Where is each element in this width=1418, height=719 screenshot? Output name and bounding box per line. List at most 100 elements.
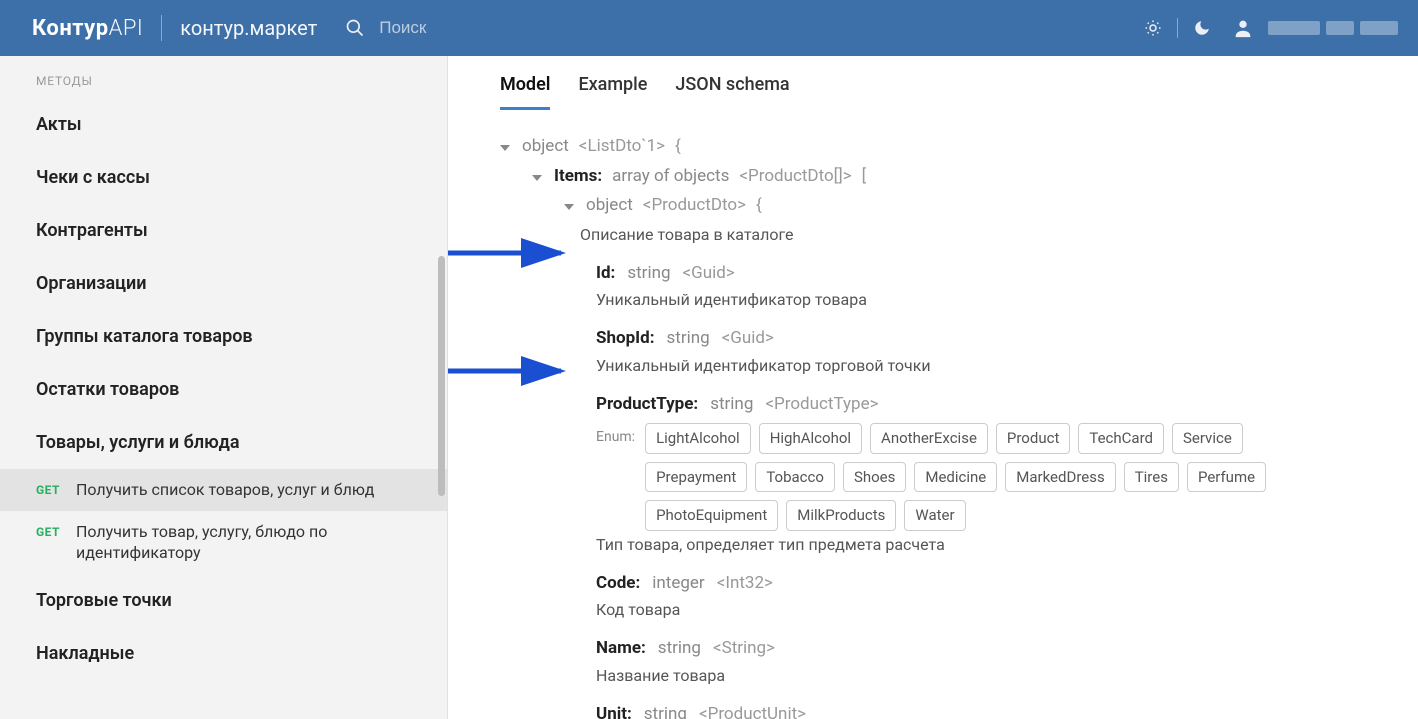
logo-thin: API xyxy=(109,16,144,41)
tree-type: <ProductDto[]> xyxy=(739,164,851,190)
tree-kind: array of objects xyxy=(612,164,729,190)
enum-tag: Perfume xyxy=(1187,462,1266,493)
enum-tag: Medicine xyxy=(914,462,997,493)
annotation-arrow-icon xyxy=(448,238,576,268)
field-kind: string xyxy=(666,326,709,352)
brace: { xyxy=(675,134,681,160)
user-icon[interactable] xyxy=(1232,17,1254,39)
field-type: <ProductType> xyxy=(765,392,878,418)
field-type: <Guid> xyxy=(683,261,735,287)
enum-tag: Prepayment xyxy=(645,462,747,493)
tree-field-name: Items: xyxy=(554,164,602,190)
tab-json-schema[interactable]: JSON schema xyxy=(675,74,789,110)
sidebar-sub-get-product-by-id[interactable]: GET Получить товар, услугу, блюдо по иде… xyxy=(0,511,447,574)
sidebar-item-organizations[interactable]: Организации xyxy=(0,257,447,310)
field-name: Code: xyxy=(596,571,640,597)
field-name: ProductType: xyxy=(596,392,698,418)
field-desc: Уникальный идентификатор товара xyxy=(596,288,1418,312)
enum-tag: Water xyxy=(904,500,965,531)
tree-type: <ListDto`1> xyxy=(579,134,665,160)
http-verb: GET xyxy=(36,524,60,540)
sidebar-item-acts[interactable]: Акты xyxy=(0,98,447,151)
field-name: ShopId: xyxy=(596,326,654,352)
sidebar-item-receipts[interactable]: Чеки с кассы xyxy=(0,151,447,204)
sidebar-item-contractors[interactable]: Контрагенты xyxy=(0,204,447,257)
field-desc: Код товара xyxy=(596,598,1418,622)
sidebar-item-stock[interactable]: Остатки товаров xyxy=(0,363,447,416)
sidebar-section-title: МЕТОДЫ xyxy=(0,70,447,98)
field-shopid: ShopId: string <Guid> Уникальный идентиф… xyxy=(596,326,1418,378)
enum-tag: Product xyxy=(996,423,1070,454)
enum-tag: Tires xyxy=(1124,462,1179,493)
tree-type: <ProductDto> xyxy=(643,193,746,219)
field-desc: Уникальный идентификатор торговой точки xyxy=(596,354,1418,378)
field-kind: string xyxy=(627,261,670,287)
field-name: Unit: xyxy=(596,702,632,719)
brace: { xyxy=(756,193,762,219)
field-desc: Название товара xyxy=(596,664,1418,688)
field-code: Code: integer <Int32> Код товара xyxy=(596,571,1418,623)
field-type: <String> xyxy=(713,636,775,662)
divider xyxy=(1177,18,1178,38)
enum-tag: HighAlcohol xyxy=(759,423,862,454)
model-tree: object <ListDto`1> { Items: array of obj… xyxy=(500,132,1418,719)
brace: [ xyxy=(862,164,867,190)
search-input[interactable] xyxy=(379,18,679,38)
sidebar-item-catalog-groups[interactable]: Группы каталога товаров xyxy=(0,310,447,363)
enum-tag: Service xyxy=(1172,423,1243,454)
header: КонтурAPI контур.маркет xyxy=(0,0,1418,56)
enum-tag: MilkProducts xyxy=(786,500,896,531)
sidebar-item-products[interactable]: Товары, услуги и блюда xyxy=(0,416,447,469)
field-type: <ProductUnit> xyxy=(699,702,806,719)
logo-bold: Контур xyxy=(32,16,109,41)
field-kind: integer xyxy=(652,571,704,597)
field-unit: Unit: string <ProductUnit> Enum: PiecePa… xyxy=(596,702,1418,719)
field-name-field: Name: string <String> Название товара xyxy=(596,636,1418,688)
field-id: Id: string <Guid> Уникальный идентификат… xyxy=(596,261,1418,313)
annotation-arrow-icon xyxy=(448,356,576,386)
tree-items[interactable]: Items: array of objects <ProductDto[]> [ xyxy=(532,162,1418,192)
http-verb: GET xyxy=(36,482,60,498)
sidebar-item-shops[interactable]: Торговые точки xyxy=(0,574,447,627)
app-name[interactable]: контур.маркет xyxy=(180,16,317,40)
enum-tag: AnotherExcise xyxy=(870,423,988,454)
tree-kind: object xyxy=(586,193,633,219)
logo[interactable]: КонтурAPI xyxy=(32,16,143,41)
sidebar-sub-get-product-list[interactable]: GET Получить список товаров, услуг и блю… xyxy=(0,469,447,511)
enum-tag: PhotoEquipment xyxy=(645,500,778,531)
scrollbar[interactable] xyxy=(438,256,445,496)
sidebar-sub-label: Получить товар, услугу, блюдо по идентиф… xyxy=(76,521,396,564)
field-desc: Тип товара, определяет тип предмета расч… xyxy=(596,533,1418,557)
tab-model[interactable]: Model xyxy=(500,74,550,110)
enum-tag: LightAlcohol xyxy=(645,423,751,454)
enum-values: LightAlcohol HighAlcohol AnotherExcise Prod… xyxy=(645,423,1285,531)
field-producttype: ProductType: string <ProductType> Enum: … xyxy=(596,392,1418,557)
enum-tag: Tobacco xyxy=(755,462,835,493)
moon-icon[interactable] xyxy=(1188,14,1216,42)
enum-tag: MarkedDress xyxy=(1005,462,1115,493)
user-name-redacted xyxy=(1268,21,1398,35)
chevron-down-icon[interactable] xyxy=(532,175,542,181)
tab-example[interactable]: Example xyxy=(578,74,647,110)
tree-inner-object[interactable]: object <ProductDto> { xyxy=(564,191,1418,221)
enum-tag: Shoes xyxy=(843,462,906,493)
search-icon xyxy=(345,18,365,38)
search xyxy=(345,18,1139,38)
main: Model Example JSON schema object <ListDt… xyxy=(448,56,1418,719)
field-name: Id: xyxy=(596,261,615,287)
tree-desc: Описание товара в каталоге xyxy=(580,223,1418,247)
sidebar-item-invoices[interactable]: Накладные xyxy=(0,627,447,680)
header-right xyxy=(1139,14,1398,42)
tree-root[interactable]: object <ListDto`1> { xyxy=(500,132,1418,162)
enum-tag: TechCard xyxy=(1078,423,1164,454)
field-type: <Int32> xyxy=(717,571,773,597)
field-kind: string xyxy=(658,636,701,662)
sun-icon[interactable] xyxy=(1139,14,1167,42)
field-kind: string xyxy=(710,392,753,418)
field-name: Name: xyxy=(596,636,646,662)
chevron-down-icon[interactable] xyxy=(564,204,574,210)
field-kind: string xyxy=(644,702,687,719)
field-type: <Guid> xyxy=(722,326,774,352)
tree-kind: object xyxy=(522,134,569,160)
chevron-down-icon[interactable] xyxy=(500,145,510,151)
